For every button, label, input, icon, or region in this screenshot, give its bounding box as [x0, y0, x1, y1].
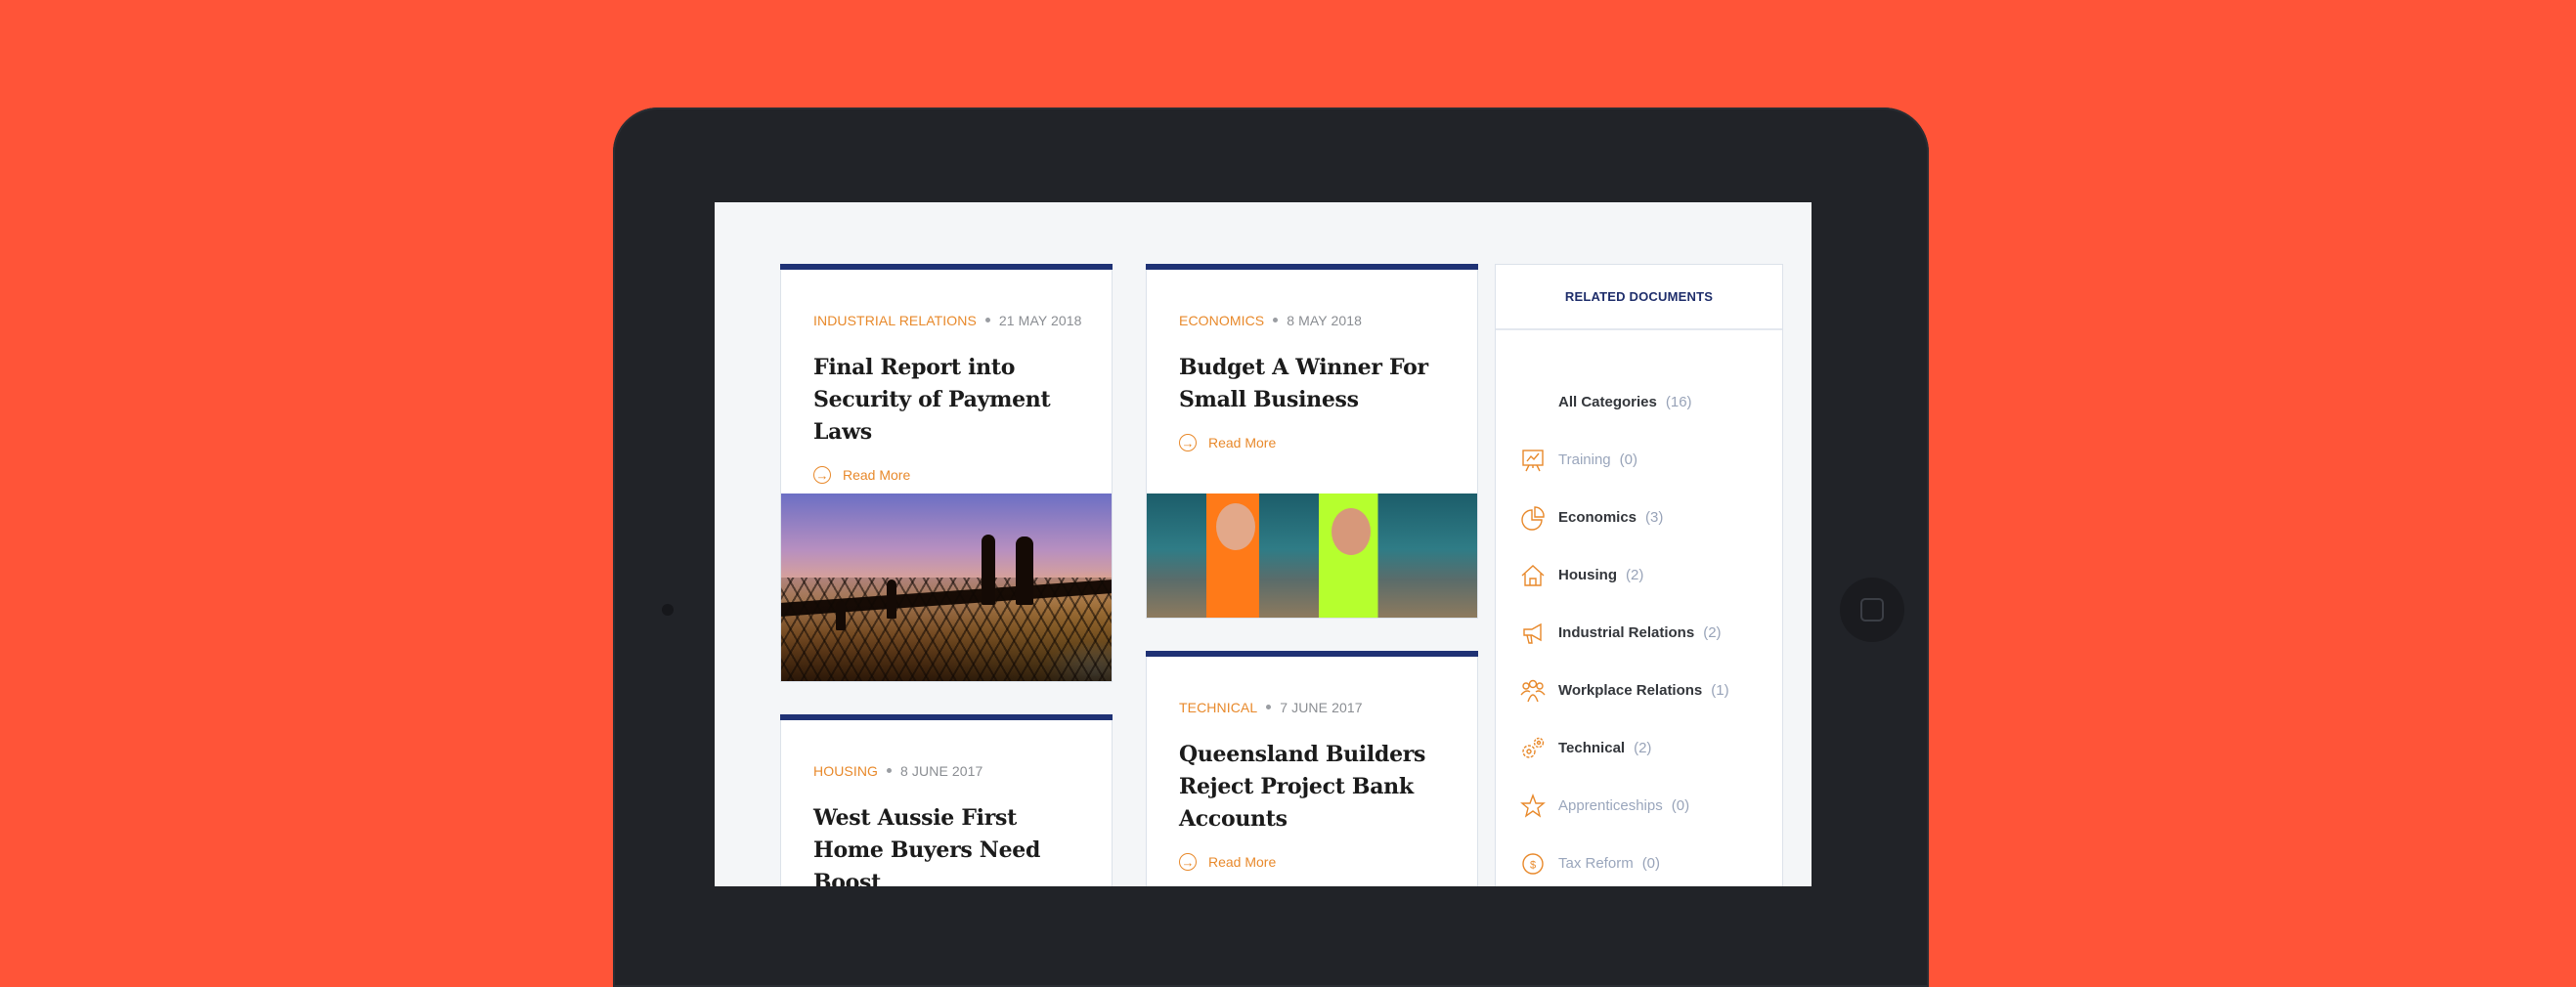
home-square-icon: [1860, 598, 1884, 622]
card-accent-bar: [780, 714, 1113, 720]
card-meta: INDUSTRIAL RELATIONS 21 MAY 2018: [813, 313, 1082, 328]
category-label: Tax Reform: [1558, 855, 1634, 872]
arrow-right-circle-icon: →: [813, 466, 831, 484]
card-date: 8 JUNE 2017: [900, 763, 983, 779]
card-title[interactable]: Final Report into Security of Payment La…: [813, 352, 1079, 449]
gears-icon: [1519, 735, 1547, 762]
read-more-link[interactable]: → Read More: [1179, 434, 1445, 451]
meta-separator-dot: [887, 767, 893, 773]
arrow-right-circle-icon: →: [1179, 434, 1197, 451]
image-worker: [1016, 536, 1033, 605]
category-count: (0): [1619, 451, 1637, 468]
category-item-tax-reform[interactable]: $ Tax Reform (0): [1496, 835, 1782, 886]
card-accent-bar: [1146, 264, 1478, 270]
category-label: Economics: [1558, 509, 1637, 526]
read-more-label: Read More: [1208, 435, 1277, 451]
image-person: [1215, 503, 1255, 551]
card-category[interactable]: TECHNICAL: [1179, 700, 1257, 715]
card-meta: HOUSING 8 JUNE 2017: [813, 763, 1079, 779]
card-accent-bar: [1146, 651, 1478, 657]
house-icon: [1519, 562, 1547, 589]
tablet-home-button[interactable]: [1840, 578, 1904, 642]
category-item-training[interactable]: Training (0): [1496, 431, 1782, 489]
category-count: (2): [1626, 567, 1644, 583]
category-label: Training: [1558, 451, 1611, 468]
category-label: Industrial Relations: [1558, 624, 1695, 641]
card-category[interactable]: ECONOMICS: [1179, 313, 1264, 328]
image-worker: [982, 535, 995, 605]
star-icon: [1519, 793, 1547, 820]
tablet-camera: [662, 604, 674, 616]
category-label: Workplace Relations: [1558, 682, 1703, 699]
category-list: All Categories (16) Training (0) Economi…: [1496, 330, 1782, 886]
category-count: (2): [1634, 740, 1652, 756]
svg-text:$: $: [1530, 859, 1536, 871]
dollar-coin-icon: $: [1519, 850, 1547, 878]
read-more-label: Read More: [1208, 854, 1277, 870]
card-date: 7 JUNE 2017: [1280, 700, 1363, 715]
people-group-icon: [1519, 677, 1547, 705]
image-worker: [887, 579, 896, 619]
card-meta: TECHNICAL 7 JUNE 2017: [1179, 700, 1445, 715]
category-count: (1): [1711, 682, 1729, 699]
card-image-construction[interactable]: [781, 494, 1112, 681]
card-date: 8 MAY 2018: [1287, 313, 1363, 328]
category-label: All Categories: [1558, 394, 1657, 410]
meta-separator-dot: [984, 317, 990, 322]
read-more-label: Read More: [843, 467, 911, 483]
card-date: 21 MAY 2018: [998, 313, 1082, 328]
category-item-all[interactable]: All Categories (16): [1496, 373, 1782, 431]
article-card: HOUSING 8 JUNE 2017 West Aussie First Hom…: [780, 714, 1113, 886]
card-accent-bar: [780, 264, 1113, 270]
card-category[interactable]: INDUSTRIAL RELATIONS: [813, 313, 977, 328]
category-count: (16): [1665, 394, 1692, 410]
read-more-link[interactable]: → Read More: [813, 466, 1079, 484]
card-title[interactable]: Budget A Winner For Small Business: [1179, 352, 1445, 416]
image-scaffold: [781, 578, 1112, 681]
category-item-industrial-relations[interactable]: Industrial Relations (2): [1496, 604, 1782, 662]
category-item-workplace-relations[interactable]: Workplace Relations (1): [1496, 662, 1782, 719]
tablet-screen: INDUSTRIAL RELATIONS 21 MAY 2018 Final Re…: [715, 202, 1812, 886]
article-card: TECHNICAL 7 JUNE 2017 Queensland Builders…: [1146, 651, 1478, 886]
card-title[interactable]: Queensland Builders Reject Project Bank …: [1179, 739, 1445, 836]
presentation-chart-icon: [1519, 447, 1547, 474]
category-label: Housing: [1558, 567, 1617, 583]
article-card: ECONOMICS 8 MAY 2018 Budget A Winner For …: [1146, 264, 1478, 619]
category-label: Apprenticeships: [1558, 797, 1663, 814]
card-title[interactable]: West Aussie First Home Buyers Need Boost: [813, 802, 1079, 886]
pie-chart-icon: [1519, 504, 1547, 532]
card-meta: ECONOMICS 8 MAY 2018: [1179, 313, 1445, 328]
category-count: (0): [1641, 855, 1661, 872]
category-item-economics[interactable]: Economics (3): [1496, 489, 1782, 546]
card-category[interactable]: HOUSING: [813, 763, 878, 779]
arrow-right-circle-icon: →: [1179, 853, 1197, 871]
category-count: (2): [1703, 624, 1722, 641]
card-image-handshake[interactable]: [1147, 494, 1477, 618]
meta-separator-dot: [1266, 704, 1272, 709]
related-documents-title: RELATED DOCUMENTS: [1496, 265, 1782, 330]
article-card: INDUSTRIAL RELATIONS 21 MAY 2018 Final Re…: [780, 264, 1113, 682]
category-count: (3): [1645, 509, 1664, 526]
image-worker: [836, 601, 846, 630]
category-item-apprenticeships[interactable]: Apprenticeships (0): [1496, 777, 1782, 835]
meta-separator-dot: [1273, 317, 1279, 322]
related-documents-panel: RELATED DOCUMENTS All Categories (16) Tr…: [1495, 264, 1783, 886]
category-count: (0): [1671, 797, 1690, 814]
category-item-housing[interactable]: Housing (2): [1496, 546, 1782, 604]
read-more-link[interactable]: → Read More: [1179, 853, 1445, 871]
image-person: [1332, 508, 1372, 556]
megaphone-icon: [1519, 620, 1547, 647]
category-label: Technical: [1558, 740, 1626, 756]
category-item-technical[interactable]: Technical (2): [1496, 719, 1782, 777]
